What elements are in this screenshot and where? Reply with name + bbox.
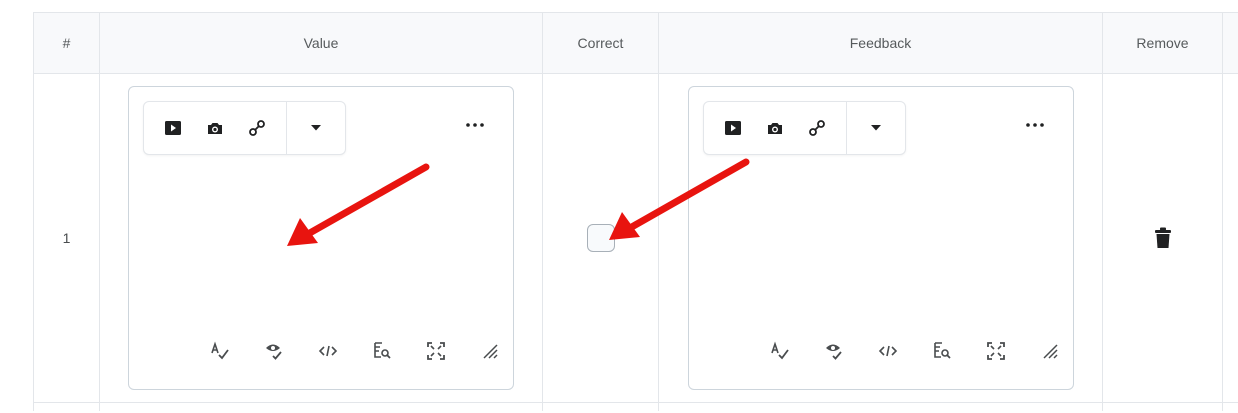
content-panel: # Value Correct Feedback Remove 1 (0, 0, 1238, 413)
column-header-feedback: Feedback (658, 12, 1103, 74)
question-options-screen: # Value Correct Feedback Remove 1 (0, 0, 1238, 413)
fullscreen-icon[interactable] (409, 333, 463, 369)
insert-media-icon[interactable] (152, 108, 194, 148)
value-editor-statusbar (193, 333, 517, 369)
accessibility-checker-icon[interactable] (807, 333, 861, 369)
trash-icon[interactable] (1143, 218, 1183, 258)
value-editor-toolbar (143, 101, 346, 155)
spellcheck-icon[interactable] (753, 333, 807, 369)
toolbar-dropdown-group (845, 102, 905, 154)
column-header-number: # (33, 12, 100, 74)
column-header-correct: Correct (542, 12, 659, 74)
feedback-editor[interactable] (687, 86, 1077, 390)
resize-handle-icon[interactable] (1023, 333, 1077, 369)
dropdown-chevron-icon[interactable] (295, 108, 337, 148)
answer-options-table: # Value Correct Feedback Remove 1 (33, 12, 1238, 411)
source-code-icon[interactable] (301, 333, 355, 369)
source-code-icon[interactable] (861, 333, 915, 369)
toolbar-insert-group (144, 102, 286, 154)
correct-cell (542, 73, 659, 403)
feedback-cell (658, 73, 1103, 403)
row-tail-cell (1222, 73, 1238, 403)
fullscreen-icon[interactable] (969, 333, 1023, 369)
value-editor[interactable] (128, 86, 514, 390)
resize-handle-icon[interactable] (463, 333, 517, 369)
toolbar-insert-group (704, 102, 846, 154)
table-row-next-partial (33, 402, 1238, 411)
toolbar-dropdown-group (286, 102, 345, 154)
feedback-editor-statusbar (753, 333, 1077, 369)
more-options-icon[interactable] (457, 113, 493, 137)
insert-link-icon[interactable] (796, 108, 838, 148)
more-options-icon[interactable] (1017, 113, 1053, 137)
correct-checkbox[interactable] (586, 224, 615, 252)
dropdown-chevron-icon[interactable] (855, 108, 897, 148)
column-header-remove: Remove (1102, 12, 1223, 74)
insert-link-icon[interactable] (236, 108, 278, 148)
spellcheck-icon[interactable] (193, 333, 247, 369)
value-cell (99, 73, 543, 403)
column-header-value: Value (99, 12, 543, 74)
remove-cell (1102, 73, 1223, 403)
preview-icon[interactable] (355, 333, 409, 369)
row-number: 1 (33, 73, 100, 403)
insert-media-icon[interactable] (712, 108, 754, 148)
insert-image-icon[interactable] (194, 108, 236, 148)
table-row: 1 (33, 73, 1238, 403)
preview-icon[interactable] (915, 333, 969, 369)
column-header-tail (1222, 12, 1238, 74)
feedback-editor-toolbar (702, 101, 906, 155)
insert-image-icon[interactable] (754, 108, 796, 148)
accessibility-checker-icon[interactable] (247, 333, 301, 369)
table-header-row: # Value Correct Feedback Remove (33, 12, 1238, 74)
